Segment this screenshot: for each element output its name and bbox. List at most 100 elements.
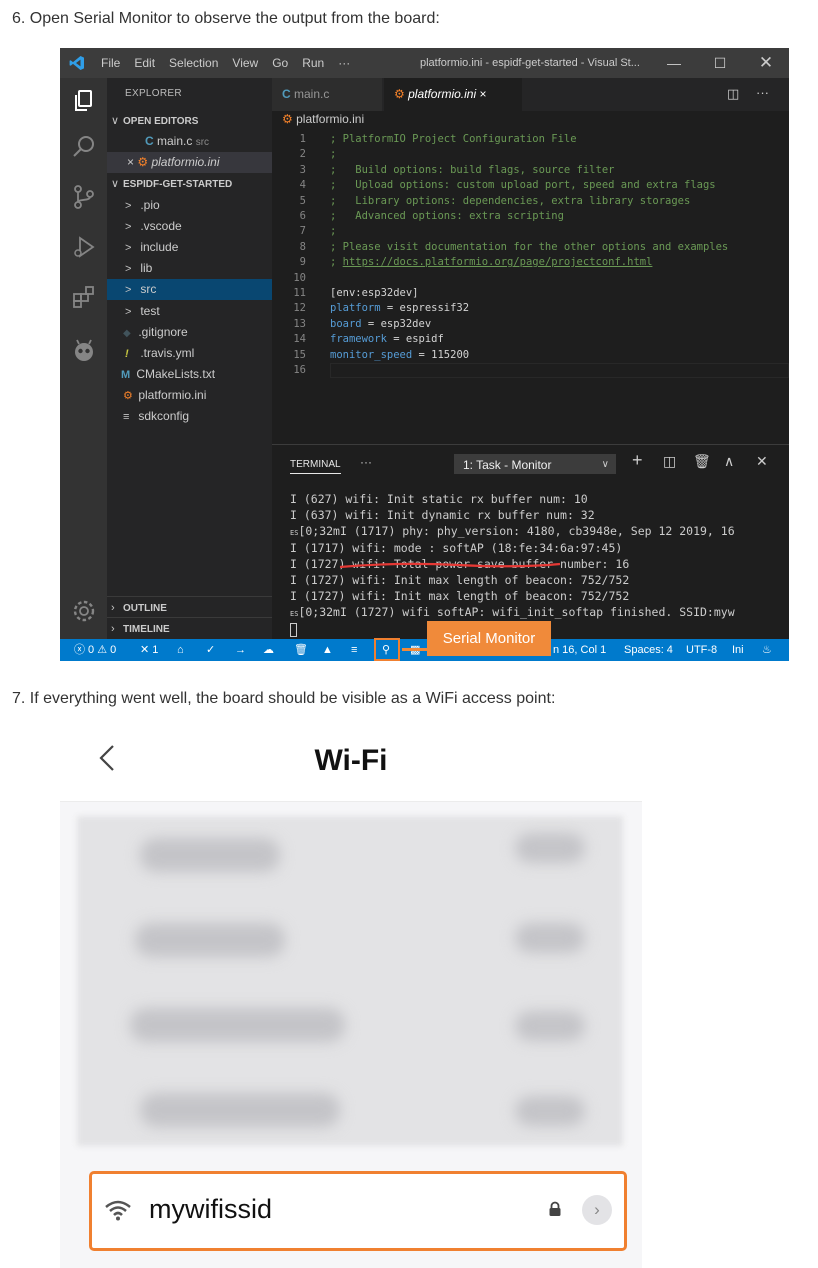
docs-link[interactable]: https://docs.platformio.org/page/project… bbox=[343, 256, 653, 268]
tree-item-travis[interactable]: ! .travis.yml bbox=[107, 343, 272, 364]
terminal-line: I (1727) wifi: Init max length of beacon… bbox=[290, 589, 630, 604]
tree-item-platformio-ini[interactable]: ⚙ platformio.ini bbox=[107, 385, 272, 406]
tree-item-lib[interactable]: > lib bbox=[107, 258, 272, 279]
code-text: ; bbox=[330, 148, 337, 161]
code-text: framework = espidf bbox=[330, 333, 444, 346]
tree-item-pio[interactable]: > .pio bbox=[107, 195, 272, 216]
indentation-indicator[interactable]: Spaces: 4 bbox=[624, 639, 673, 661]
timeline-section[interactable]: › TIMELINE bbox=[107, 617, 272, 638]
phone-wifi-screen: Wi-Fi mywifissid › bbox=[60, 728, 642, 1268]
platformio-file-icon: ⚙ bbox=[137, 155, 149, 169]
terminal-select[interactable]: 1: Task - Monitor ∨ bbox=[454, 454, 616, 474]
source-control-icon[interactable] bbox=[71, 184, 97, 210]
code-text: ; Build options: build flags, source fil… bbox=[330, 163, 615, 176]
menu-go[interactable]: Go bbox=[265, 48, 295, 78]
platformio-alien-icon[interactable] bbox=[71, 338, 97, 364]
tasks-list-icon[interactable]: ≡ bbox=[351, 639, 357, 661]
menu-selection[interactable]: Selection bbox=[162, 48, 225, 78]
gear-icon[interactable] bbox=[71, 598, 97, 624]
code-text: ; Library options: dependencies, extra l… bbox=[330, 194, 691, 207]
split-terminal-icon[interactable]: ◫ bbox=[663, 453, 676, 470]
editor-tabs: C main.c ⚙ platformio.ini × ◫ ··· bbox=[272, 78, 789, 111]
test-flask-icon[interactable]: ▲ bbox=[322, 639, 333, 661]
blurred-network bbox=[135, 923, 285, 957]
tree-item-sdkconfig[interactable]: ≡ sdkconfig bbox=[107, 406, 272, 427]
close-window-icon[interactable]: ✕ bbox=[743, 48, 789, 78]
code-text: ; bbox=[330, 225, 337, 238]
open-editor-platformio-ini[interactable]: × ⚙ platformio.ini bbox=[107, 152, 272, 173]
activity-bar bbox=[60, 78, 107, 639]
trash-icon[interactable]: 🗑 bbox=[693, 453, 711, 470]
tab-terminal[interactable]: TERMINAL bbox=[290, 459, 341, 474]
tasks-indicator[interactable]: ✕ 1 bbox=[140, 639, 158, 661]
network-row-mywifissid[interactable]: mywifissid › bbox=[89, 1171, 627, 1251]
breadcrumb[interactable]: ⚙ platformio.ini bbox=[282, 112, 364, 126]
outline-section[interactable]: › OUTLINE bbox=[107, 596, 272, 617]
language-mode[interactable]: Ini bbox=[732, 639, 744, 661]
code-line: 11 [env:esp32dev] bbox=[272, 286, 789, 301]
maximize-icon[interactable]: ☐ bbox=[697, 48, 743, 78]
close-panel-icon[interactable]: ✕ bbox=[756, 453, 768, 470]
more-actions-icon[interactable]: ··· bbox=[756, 85, 769, 100]
split-editor-icon[interactable]: ◫ bbox=[727, 86, 739, 102]
line-number: 14 bbox=[293, 333, 306, 346]
git-file-icon: ◆ bbox=[123, 328, 131, 339]
cursor-position[interactable]: n 16, Col 1 bbox=[553, 639, 606, 661]
encoding-indicator[interactable]: UTF-8 bbox=[686, 639, 717, 661]
menu-view[interactable]: View bbox=[225, 48, 265, 78]
chevron-up-icon[interactable]: ∧ bbox=[724, 453, 734, 470]
code-line: 1 ; PlatformIO Project Configuration File bbox=[272, 132, 789, 147]
menu-run[interactable]: Run bbox=[295, 48, 331, 78]
trash-icon[interactable]: 🗑 bbox=[294, 639, 308, 661]
close-tab-icon[interactable]: × bbox=[479, 87, 486, 101]
chevron-down-icon: ∨ bbox=[111, 115, 120, 127]
project-section[interactable]: ∨ ESPIDF-GET-STARTED bbox=[107, 173, 272, 194]
tree-item-include[interactable]: > include bbox=[107, 237, 272, 258]
red-underline-annotation bbox=[339, 562, 561, 569]
close-editor-icon[interactable]: × bbox=[127, 155, 134, 169]
extensions-icon[interactable] bbox=[71, 284, 97, 310]
wifi-header: Wi-Fi bbox=[60, 728, 642, 802]
upload-arrow-icon[interactable]: → bbox=[235, 639, 246, 661]
code-line: 5 ; Library options: dependencies, extra … bbox=[272, 194, 789, 209]
platformio-file-icon: ⚙ bbox=[123, 390, 133, 402]
build-check-icon[interactable]: ✓ bbox=[206, 639, 215, 661]
code-line: 12 platform = espressif32 bbox=[272, 301, 789, 316]
minimize-icon[interactable]: — bbox=[651, 48, 697, 78]
explorer-icon[interactable] bbox=[71, 88, 97, 114]
menu-edit[interactable]: Edit bbox=[127, 48, 162, 78]
open-editors-section[interactable]: ∨ OPEN EDITORS bbox=[107, 110, 272, 131]
tab-platformio-ini[interactable]: ⚙ platformio.ini × bbox=[384, 78, 522, 111]
tree-item-test[interactable]: > test bbox=[107, 301, 272, 322]
run-debug-icon[interactable] bbox=[71, 234, 97, 260]
problems-indicator[interactable]: ⓧ 0 ⚠ 0 bbox=[74, 639, 116, 661]
code-line: 8 ; Please visit documentation for the ot… bbox=[272, 240, 789, 255]
line-number: 7 bbox=[299, 225, 306, 238]
network-name: mywifissid bbox=[149, 1194, 273, 1224]
line-number: 15 bbox=[293, 348, 306, 361]
open-editor-main-c[interactable]: C main.c src bbox=[107, 131, 272, 152]
network-details-chevron-icon[interactable]: › bbox=[582, 1195, 612, 1225]
code-editor[interactable]: 1 ; PlatformIO Project Configuration File… bbox=[272, 132, 789, 444]
tree-item-gitignore[interactable]: ◆ .gitignore bbox=[107, 322, 272, 343]
search-icon[interactable] bbox=[71, 134, 97, 160]
menu-more[interactable]: ··· bbox=[331, 48, 357, 78]
tab-main-c[interactable]: C main.c bbox=[272, 78, 382, 111]
tree-item-cmakelists[interactable]: M CMakeLists.txt bbox=[107, 364, 272, 385]
vscode-window: File Edit Selection View Go Run ··· plat… bbox=[60, 48, 789, 661]
tree-item-vscode[interactable]: > .vscode bbox=[107, 216, 272, 237]
code-line: 16 bbox=[272, 363, 789, 379]
menu-file[interactable]: File bbox=[94, 48, 127, 78]
panel-more-icon[interactable]: ··· bbox=[360, 455, 372, 469]
explorer-sidebar: EXPLORER ∨ OPEN EDITORS C main.c src × ⚙ … bbox=[107, 78, 272, 639]
tree-item-src[interactable]: > src bbox=[107, 279, 272, 300]
code-line: 2; bbox=[272, 147, 789, 162]
home-icon[interactable]: ⌂ bbox=[177, 639, 184, 661]
code-text: ; Upload options: custom upload port, sp… bbox=[330, 179, 716, 192]
chevron-down-icon: ∨ bbox=[601, 459, 609, 470]
remote-upload-icon[interactable]: ☁ bbox=[263, 639, 274, 661]
bell-icon[interactable]: ♨ bbox=[762, 639, 772, 661]
plus-icon[interactable]: + bbox=[632, 450, 643, 471]
blurred-network bbox=[515, 1011, 585, 1041]
line-number: 8 bbox=[299, 240, 306, 253]
